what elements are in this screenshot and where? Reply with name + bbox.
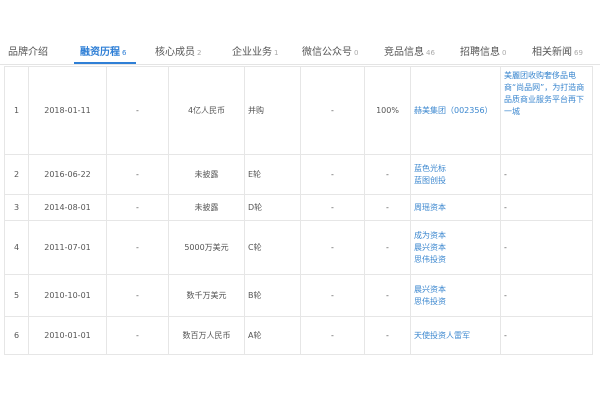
- tab-count: 0: [502, 49, 507, 57]
- active-tab-indicator: [74, 62, 136, 64]
- tab-label: 招聘信息: [460, 47, 500, 58]
- row-number: 2: [4, 154, 29, 195]
- ratio-cell: -: [300, 220, 365, 275]
- tab-count: 0: [354, 49, 359, 57]
- news-cell: -: [500, 220, 593, 275]
- investors-cell: 周瑶资本: [410, 194, 501, 221]
- investor-link[interactable]: 晨兴资本: [414, 242, 497, 254]
- table-row: 5 2010-10-01 - 数千万美元 B轮 - - 晨兴资本 思伟投资 -: [4, 274, 593, 317]
- share-cell: 100%: [364, 66, 411, 155]
- news-cell: -: [500, 274, 593, 317]
- tab-label: 融资历程: [80, 47, 120, 58]
- ratio-cell: -: [300, 194, 365, 221]
- investors-cell: 天使投资人雷军: [410, 316, 501, 355]
- ratio-cell: -: [300, 66, 365, 155]
- tab-count: 6: [122, 49, 127, 57]
- ratio-cell: -: [300, 316, 365, 355]
- share-cell: -: [364, 154, 411, 195]
- amount-cell: 数千万美元: [168, 274, 245, 317]
- financing-date: 2018-01-11: [28, 66, 107, 155]
- financing-date: 2014-08-01: [28, 194, 107, 221]
- tab-count: 69: [574, 49, 583, 57]
- news-cell: -: [500, 154, 593, 195]
- investor-link[interactable]: 周瑶资本: [414, 202, 497, 214]
- amount-cell: 未披露: [168, 194, 245, 221]
- ratio-cell: -: [300, 154, 365, 195]
- row-number: 6: [4, 316, 29, 355]
- valuation-cell: -: [106, 220, 169, 275]
- investors-cell: 晨兴资本 思伟投资: [410, 274, 501, 317]
- tab-competitors[interactable]: 竞品信息 46: [384, 43, 435, 58]
- round-cell: B轮: [244, 274, 301, 317]
- tab-news[interactable]: 相关新闻 69: [532, 43, 583, 58]
- amount-cell: 5000万美元: [168, 220, 245, 275]
- news-cell: -: [500, 316, 593, 355]
- tab-label: 企业业务: [232, 47, 272, 58]
- round-cell: A轮: [244, 316, 301, 355]
- ratio-cell: -: [300, 274, 365, 317]
- row-number: 5: [4, 274, 29, 317]
- tab-label: 核心成员: [155, 47, 195, 58]
- tab-core-members[interactable]: 核心成员 2: [155, 43, 201, 58]
- financing-table: 1 2018-01-11 - 4亿人民币 并购 - 100% 赫美集团（0023…: [4, 66, 593, 355]
- table-row: 3 2014-08-01 - 未披露 D轮 - - 周瑶资本 -: [4, 194, 593, 221]
- tab-brand-intro[interactable]: 品牌介绍: [8, 43, 50, 58]
- table-row: 2 2016-06-22 - 未披露 E轮 - - 蓝色光标 蓝图创投 -: [4, 154, 593, 195]
- table-row: 6 2010-01-01 - 数百万人民币 A轮 - - 天使投资人雷军 -: [4, 316, 593, 355]
- tab-wechat[interactable]: 微信公众号 0: [302, 43, 358, 58]
- tab-financing-history[interactable]: 融资历程 6: [80, 43, 126, 58]
- round-cell: D轮: [244, 194, 301, 221]
- investors-cell: 蓝色光标 蓝图创投: [410, 154, 501, 195]
- financing-date: 2016-06-22: [28, 154, 107, 195]
- amount-cell: 数百万人民币: [168, 316, 245, 355]
- valuation-cell: -: [106, 66, 169, 155]
- round-cell: 并购: [244, 66, 301, 155]
- round-cell: C轮: [244, 220, 301, 275]
- tab-label: 相关新闻: [532, 47, 572, 58]
- tab-recruiting[interactable]: 招聘信息 0: [460, 43, 506, 58]
- investors-cell: 成为资本 晨兴资本 思伟投资: [410, 220, 501, 275]
- tab-business[interactable]: 企业业务 1: [232, 43, 278, 58]
- financing-date: 2010-10-01: [28, 274, 107, 317]
- tab-count: 1: [274, 49, 279, 57]
- investor-link[interactable]: 蓝图创投: [414, 175, 497, 187]
- investor-link[interactable]: 晨兴资本: [414, 284, 497, 296]
- tab-label: 品牌介绍: [8, 47, 48, 58]
- investor-link[interactable]: 思伟投资: [414, 254, 497, 266]
- investor-link[interactable]: 成为资本: [414, 230, 497, 242]
- investor-link[interactable]: 蓝色光标: [414, 163, 497, 175]
- row-number: 4: [4, 220, 29, 275]
- investor-link[interactable]: 思伟投资: [414, 296, 497, 308]
- tab-count: 46: [426, 49, 435, 57]
- tab-bar: 品牌介绍 融资历程 6 核心成员 2 企业业务 1 微信公众号 0 竞品信息 46 招聘信…: [0, 34, 600, 65]
- financing-date: 2011-07-01: [28, 220, 107, 275]
- tab-count: 2: [197, 49, 202, 57]
- valuation-cell: -: [106, 274, 169, 317]
- news-link[interactable]: 美麗团收购奢侈品电商“尚品网”，为打造商品质商业服务平台再下一城: [504, 70, 589, 118]
- amount-cell: 4亿人民币: [168, 66, 245, 155]
- investor-link[interactable]: 天使投资人雷军: [414, 330, 497, 342]
- amount-cell: 未披露: [168, 154, 245, 195]
- tab-label: 竞品信息: [384, 47, 424, 58]
- share-cell: -: [364, 316, 411, 355]
- share-cell: -: [364, 194, 411, 221]
- share-cell: -: [364, 274, 411, 317]
- round-cell: E轮: [244, 154, 301, 195]
- investor-link[interactable]: 赫美集团（002356）: [414, 105, 497, 117]
- share-cell: -: [364, 220, 411, 275]
- row-number: 3: [4, 194, 29, 221]
- news-cell: 美麗团收购奢侈品电商“尚品网”，为打造商品质商业服务平台再下一城: [500, 66, 593, 155]
- valuation-cell: -: [106, 194, 169, 221]
- table-row: 1 2018-01-11 - 4亿人民币 并购 - 100% 赫美集团（0023…: [4, 66, 593, 155]
- investors-cell: 赫美集团（002356）: [410, 66, 501, 155]
- valuation-cell: -: [106, 316, 169, 355]
- tab-label: 微信公众号: [302, 47, 352, 58]
- news-cell: -: [500, 194, 593, 221]
- table-row: 4 2011-07-01 - 5000万美元 C轮 - - 成为资本 晨兴资本 思伟…: [4, 220, 593, 275]
- valuation-cell: -: [106, 154, 169, 195]
- row-number: 1: [4, 66, 29, 155]
- financing-date: 2010-01-01: [28, 316, 107, 355]
